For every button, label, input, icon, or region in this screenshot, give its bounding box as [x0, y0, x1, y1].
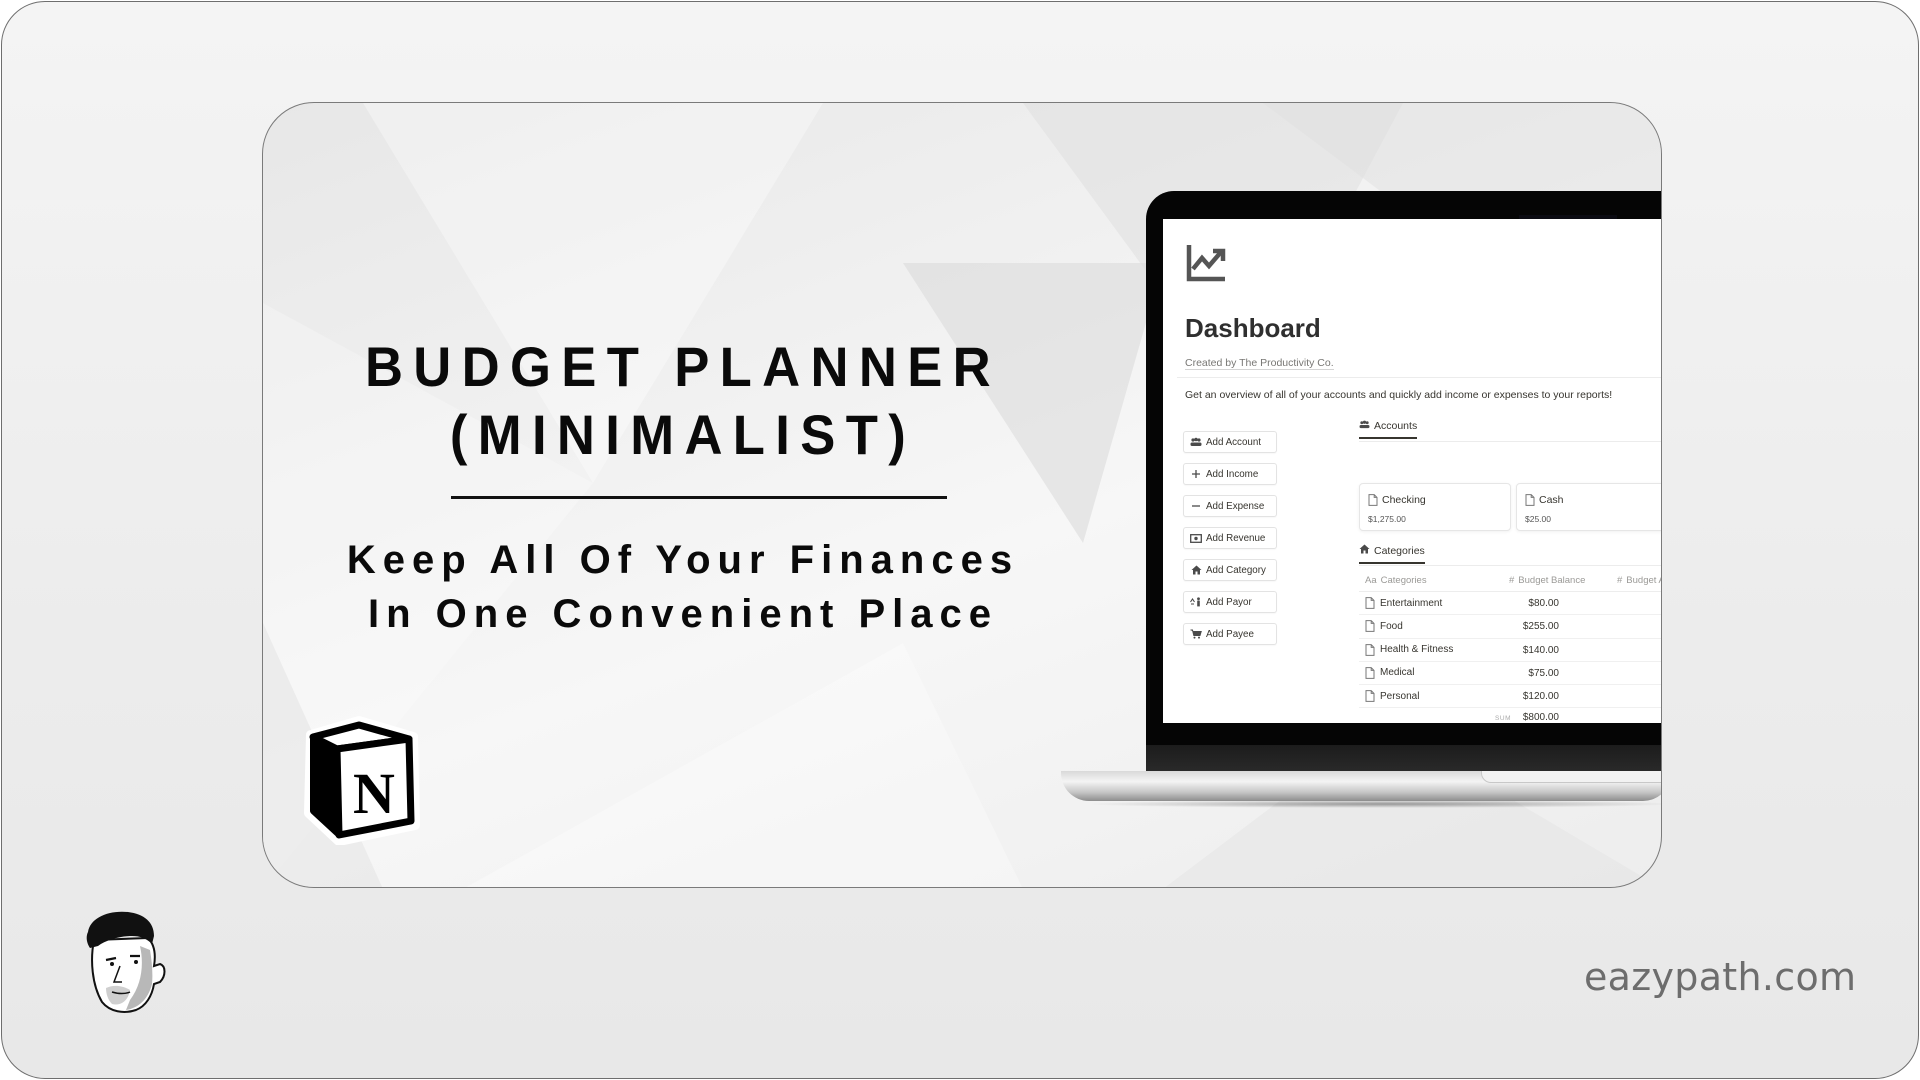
add-category-button[interactable]: Add Category [1183, 559, 1277, 581]
cartoon-avatar-icon [86, 911, 166, 1013]
add-income-button[interactable]: Add Income [1183, 463, 1277, 485]
header-divider [1177, 377, 1661, 378]
home-icon [1359, 544, 1370, 557]
table-sum-row: SUM $800.00 [1495, 712, 1559, 723]
money-bill-icon [1190, 532, 1202, 544]
column-header-budget-balance[interactable]: # Budget Balance [1509, 575, 1585, 586]
table-row[interactable]: Health & Fitness $140.00 [1359, 639, 1661, 662]
thumbnail-canvas: BUDGET PLANNER (MINIMALIST) Keep All Of … [1, 1, 1919, 1079]
add-payee-button[interactable]: Add Payee [1183, 623, 1277, 645]
laptop-base [1061, 771, 1661, 801]
document-icon [1365, 666, 1375, 679]
plus-icon [1190, 468, 1202, 480]
account-balance: $25.00 [1525, 514, 1551, 524]
add-account-button[interactable]: Add Account [1183, 431, 1277, 453]
table-row[interactable]: Food $255.00 [1359, 615, 1661, 639]
table-row[interactable]: Personal $120.00 [1359, 685, 1661, 709]
account-card-cash[interactable]: Cash $25.00 [1516, 483, 1661, 531]
hero-card: BUDGET PLANNER (MINIMALIST) Keep All Of … [262, 102, 1662, 888]
people-icon [1359, 420, 1370, 432]
notion-logo-icon: N [304, 716, 420, 845]
laptop-shadow [1083, 800, 1661, 808]
minus-icon [1190, 500, 1202, 512]
document-icon [1365, 620, 1375, 633]
add-payor-button[interactable]: Add Payor [1183, 591, 1277, 613]
document-icon [1365, 690, 1375, 703]
table-row[interactable]: Medical $75.00 [1359, 662, 1661, 686]
site-url[interactable]: eazypath.com [1584, 955, 1856, 999]
table-row[interactable]: Entertainment $80.00 [1359, 592, 1661, 616]
account-balance: $1,275.00 [1368, 514, 1406, 524]
home-icon [1190, 564, 1202, 576]
account-card-checking[interactable]: Checking $1,275.00 [1359, 483, 1511, 531]
tab-categories[interactable]: Categories [1359, 544, 1425, 564]
categories-table: Aa Categories # Budget Balance # Budget A E… [1359, 569, 1661, 723]
svg-text:N: N [353, 761, 395, 826]
page-title: Dashboard [1185, 313, 1321, 343]
tab-accounts[interactable]: Accounts [1359, 420, 1418, 439]
sum-value: $800.00 [1522, 712, 1559, 723]
people-icon [1190, 436, 1202, 448]
laptop-screen: Dashboard Created by The Productivity Co… [1163, 219, 1661, 723]
page-description: Get an overview of all of your accounts … [1185, 389, 1613, 401]
hero-subtitle: Keep All Of Your Finances In One Conveni… [283, 533, 1083, 641]
payor-icon [1190, 596, 1202, 608]
created-by-text: Created by The Productivity Co. [1185, 357, 1334, 370]
document-icon [1368, 494, 1378, 506]
column-header-budget-amount[interactable]: # Budget A [1617, 575, 1661, 586]
title-line-2: (MINIMALIST) [449, 403, 917, 466]
title-divider [451, 496, 947, 499]
document-icon [1365, 643, 1375, 656]
trending-up-chart-icon [1186, 245, 1226, 282]
column-header-categories[interactable]: Aa Categories [1365, 575, 1427, 586]
table-header: Aa Categories # Budget Balance # Budget A [1359, 569, 1661, 592]
document-icon [1365, 597, 1375, 609]
cart-icon [1190, 628, 1202, 640]
add-revenue-button[interactable]: Add Revenue [1183, 527, 1277, 549]
document-icon [1525, 494, 1535, 506]
title-line-1: BUDGET PLANNER [364, 335, 1002, 398]
subtitle-line-1: Keep All Of Your Finances [346, 538, 1020, 582]
subtitle-line-2: In One Convenient Place [367, 592, 998, 636]
add-expense-button[interactable]: Add Expense [1183, 495, 1277, 517]
hero-title: BUDGET PLANNER (MINIMALIST) [303, 333, 1063, 469]
